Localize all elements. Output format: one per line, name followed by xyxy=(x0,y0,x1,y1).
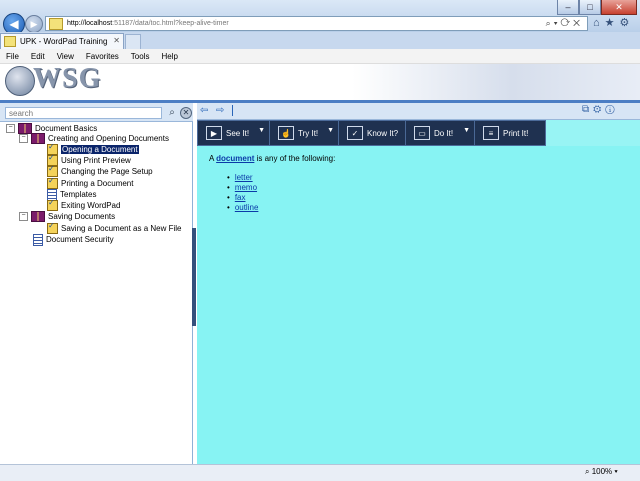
tree-item-save-new-file[interactable]: Saving a Document as a New File xyxy=(47,221,182,234)
tab-active[interactable]: UPK - WordPad Training ✕ xyxy=(0,33,124,49)
end-marker-icon xyxy=(232,105,233,116)
tab-close-icon[interactable]: ✕ xyxy=(113,36,120,45)
minimize-icon[interactable]: – xyxy=(557,0,579,15)
mode-label: See It! xyxy=(226,128,250,138)
tree-label: Saving Documents xyxy=(48,212,116,221)
mode-label: Know It? xyxy=(367,128,399,138)
clear-search-icon[interactable]: ✕ xyxy=(180,107,192,119)
link-outline[interactable]: outline xyxy=(235,203,259,212)
tree-label: Document Basics xyxy=(35,124,98,133)
company-logo: WSG xyxy=(33,63,102,94)
tree-label-selected: Opening a Document xyxy=(61,145,139,154)
play-icon: ▶ xyxy=(206,126,222,140)
tree-item-page-setup[interactable]: Changing the Page Setup xyxy=(47,164,153,177)
tree-item-opening-document[interactable]: Opening a Document xyxy=(47,142,139,155)
pane-splitter[interactable] xyxy=(192,228,196,326)
menu-file[interactable]: File xyxy=(0,52,25,61)
hand-icon: ☝ xyxy=(278,126,294,140)
concept-lead: A document is any of the following: xyxy=(209,154,336,163)
previous-topic-icon[interactable]: ⇦ xyxy=(200,105,208,116)
mode-label: Print It! xyxy=(503,128,529,138)
dropdown-arrow-icon[interactable]: ▼ xyxy=(327,127,334,134)
see-it-button[interactable]: ▶ See It! ▼ xyxy=(198,121,270,145)
tree-label: Exiting WordPad xyxy=(61,201,121,210)
mode-label: Do It! xyxy=(434,128,454,138)
search-icon[interactable]: ⌕ xyxy=(166,107,178,119)
tree-label: Using Print Preview xyxy=(61,156,131,165)
tab-favicon-icon xyxy=(4,36,16,47)
next-topic-icon[interactable]: ⇨ xyxy=(216,105,224,116)
printer-icon: ≡ xyxy=(483,126,499,140)
content-tools-icons[interactable]: ⧉⚙ⓘ xyxy=(582,104,619,115)
do-it-button[interactable]: ▭ Do It! ▼ xyxy=(406,121,475,145)
zoom-control[interactable]: ⌕ 100% ▾ xyxy=(585,467,618,477)
globe-logo-icon xyxy=(5,66,35,96)
book-icon xyxy=(31,133,45,144)
address-bar[interactable]: http://localhost:51187/data/toc.html?kee… xyxy=(45,16,588,31)
menu-help[interactable]: Help xyxy=(155,52,183,61)
menu-bar: File Edit View Favorites Tools Help xyxy=(0,49,640,64)
print-it-button[interactable]: ≡ Print It! xyxy=(475,121,545,145)
tree-label: Printing a Document xyxy=(61,179,134,188)
tab-title: UPK - WordPad Training xyxy=(20,37,108,46)
document-icon xyxy=(33,233,43,246)
topic-icon xyxy=(47,176,58,189)
address-tools-icon[interactable]: ⌕▾⟳✕ xyxy=(546,18,583,29)
mode-toolbar: ▶ See It! ▼ ☝ Try It! ▼ ✓ Know It? ▭ Do … xyxy=(197,120,546,146)
collapse-icon[interactable]: − xyxy=(19,212,28,221)
tree-label: Changing the Page Setup xyxy=(61,167,153,176)
maximize-icon[interactable]: □ xyxy=(579,0,601,15)
new-tab-button[interactable] xyxy=(125,34,141,50)
menu-view[interactable]: View xyxy=(51,52,80,61)
forward-button[interactable]: ▶ xyxy=(25,15,43,33)
menu-tools[interactable]: Tools xyxy=(125,52,156,61)
link-memo[interactable]: memo xyxy=(235,183,257,192)
tree-group-saving[interactable]: − Saving Documents xyxy=(19,211,115,222)
window-controls: – □ ✕ xyxy=(557,0,637,15)
zoom-level: 100% xyxy=(591,467,613,476)
concept-list: letter memo fax outline xyxy=(227,172,259,212)
close-icon[interactable]: ✕ xyxy=(601,0,637,15)
search-input[interactable] xyxy=(5,107,162,119)
tree-label: Document Security xyxy=(46,235,114,244)
link-fax[interactable]: fax xyxy=(235,193,246,202)
menu-favorites[interactable]: Favorites xyxy=(80,52,125,61)
tree-item-document-security[interactable]: Document Security xyxy=(33,233,114,246)
know-it-button[interactable]: ✓ Know It? xyxy=(339,121,406,145)
list-item: letter xyxy=(227,172,258,182)
tree-item-print-preview[interactable]: Using Print Preview xyxy=(47,153,131,166)
menu-edit[interactable]: Edit xyxy=(25,52,51,61)
tree-label: Templates xyxy=(60,190,97,199)
screen-icon: ▭ xyxy=(414,126,430,140)
collapse-icon[interactable]: − xyxy=(6,124,15,133)
tree-group-creating[interactable]: − Creating and Opening Documents xyxy=(19,133,169,144)
glossary-link-document[interactable]: document xyxy=(216,154,254,163)
try-it-button[interactable]: ☝ Try It! ▼ xyxy=(270,121,339,145)
list-item: fax xyxy=(227,192,258,202)
status-bar xyxy=(0,464,640,481)
browser-toolbar-icons[interactable]: ⌂★⚙ xyxy=(593,16,634,29)
mode-label: Try It! xyxy=(298,128,319,138)
tree-item-printing[interactable]: Printing a Document xyxy=(47,176,134,189)
tree-item-exiting[interactable]: Exiting WordPad xyxy=(47,198,121,211)
concept-content xyxy=(197,146,640,464)
toolbar-filler xyxy=(546,120,640,146)
book-icon xyxy=(31,211,45,222)
tree-label: Saving a Document as a New File xyxy=(61,224,182,233)
checklist-icon: ✓ xyxy=(347,126,363,140)
content-toolbar xyxy=(197,103,640,120)
dropdown-arrow-icon[interactable]: ▼ xyxy=(463,127,470,134)
topic-icon xyxy=(47,198,58,211)
collapse-icon[interactable]: − xyxy=(19,134,28,143)
tree-label: Creating and Opening Documents xyxy=(48,134,169,143)
link-letter[interactable]: letter xyxy=(235,173,253,182)
page-icon xyxy=(49,17,63,30)
address-url: http://localhost:51187/data/toc.html?kee… xyxy=(67,20,229,27)
topic-icon xyxy=(47,221,58,234)
list-item: outline xyxy=(227,202,259,212)
dropdown-arrow-icon[interactable]: ▼ xyxy=(258,127,265,134)
list-item: memo xyxy=(227,182,258,192)
